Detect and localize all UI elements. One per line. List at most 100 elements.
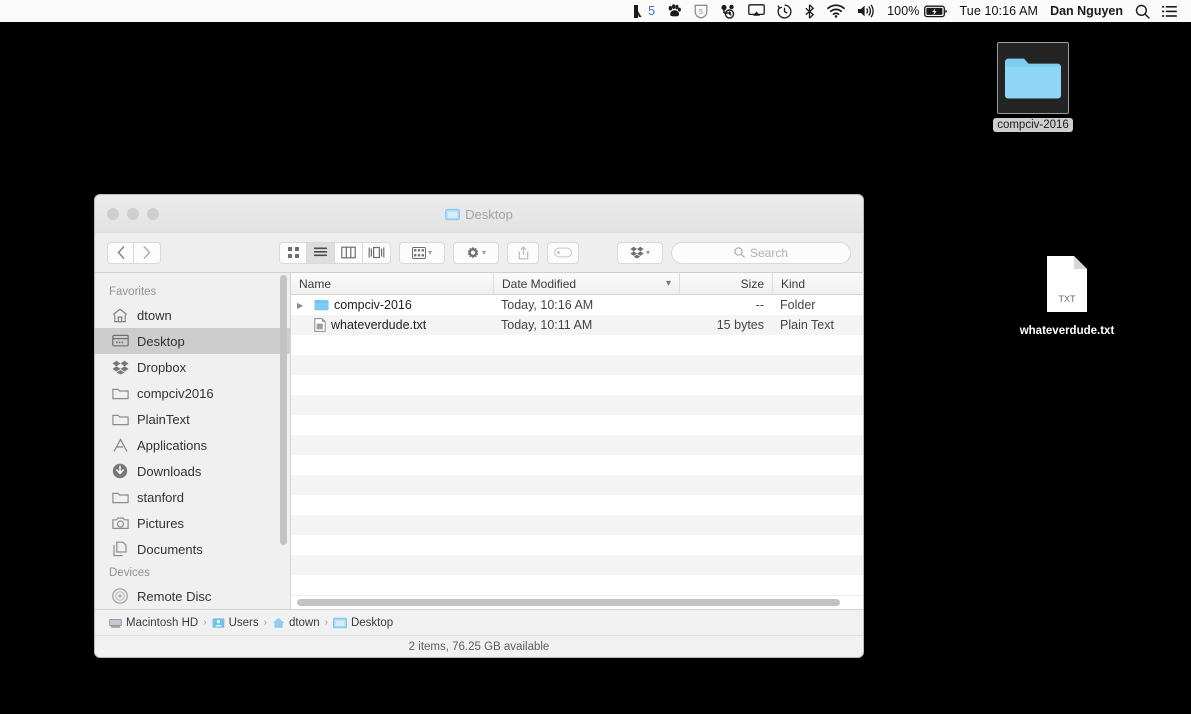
folder-icon — [333, 617, 347, 629]
desktop-icon-whateverdude-txt[interactable]: TXT whateverdude.txt — [1012, 248, 1122, 338]
menu-adobe-cc[interactable]: 5 — [626, 0, 661, 22]
sidebar-item-dtown[interactable]: dtown — [95, 302, 290, 328]
sidebar-item-label: Remote Disc — [137, 589, 211, 604]
path-item-dtown[interactable]: dtown — [272, 617, 320, 629]
empty-row — [291, 475, 863, 495]
window-title: Desktop — [95, 195, 863, 233]
empty-row — [291, 575, 863, 595]
desktop-icon-compciv-2016[interactable]: compciv-2016 — [978, 42, 1088, 132]
forward-button[interactable] — [134, 242, 161, 264]
close-button[interactable] — [107, 208, 119, 220]
coverflow-view-button[interactable] — [363, 242, 391, 264]
back-button[interactable] — [107, 242, 134, 264]
column-view-button[interactable] — [335, 242, 363, 264]
downloads-icon — [111, 462, 129, 480]
folder-icon — [314, 299, 329, 311]
search-input[interactable]: Search — [671, 242, 851, 264]
disclosure-triangle-icon[interactable]: ▶ — [297, 301, 309, 310]
list-view-button[interactable] — [307, 242, 335, 264]
path-item-users[interactable]: Users — [212, 617, 259, 629]
search-icon — [734, 247, 745, 258]
menu-paw[interactable] — [661, 0, 688, 22]
sidebar-scrollbar[interactable] — [280, 275, 287, 545]
menu-clock[interactable]: Tue 10:16 AM — [954, 0, 1045, 22]
column-header-name-label: Name — [299, 277, 331, 291]
column-header-size[interactable]: Size — [679, 273, 772, 295]
adobe-icon — [632, 5, 646, 18]
row-name-label: compciv-2016 — [334, 298, 412, 312]
column-header-date-modified[interactable]: Date Modified ▾ — [493, 273, 679, 295]
home-icon — [111, 306, 129, 324]
menu-bar: 5 5 — [0, 0, 1191, 22]
sidebar-item-label: Applications — [137, 438, 207, 453]
path-separator: › — [264, 617, 267, 628]
sidebar-item-dropbox[interactable]: Dropbox — [95, 354, 290, 380]
sidebar-item-compciv2016[interactable]: compciv2016 — [95, 380, 290, 406]
time-machine-icon — [777, 4, 792, 19]
row-kind-cell: Plain Text — [772, 315, 863, 335]
text-document-icon-box: TXT — [1031, 248, 1103, 320]
sidebar-item-label: compciv2016 — [137, 386, 214, 401]
menu-airplay[interactable] — [742, 0, 771, 22]
share-button[interactable] — [507, 242, 539, 264]
horizontal-scrollbar[interactable] — [297, 599, 840, 606]
minimize-button[interactable] — [127, 208, 139, 220]
finder-titlebar[interactable]: Desktop — [95, 195, 863, 233]
text-document-icon — [314, 318, 326, 332]
column-header-kind-label: Kind — [781, 277, 805, 291]
path-item-desktop[interactable]: Desktop — [333, 617, 393, 629]
sidebar-item-plaintext[interactable]: PlainText — [95, 406, 290, 432]
chevron-down-icon: ▾ — [646, 248, 650, 257]
row-date-cell: Today, 10:11 AM — [493, 315, 679, 335]
arrange-button[interactable]: ▾ — [399, 242, 445, 264]
table-row[interactable]: whateverdude.txt Today, 10:11 AM 15 byte… — [291, 315, 863, 335]
row-size-cell: 15 bytes — [679, 315, 772, 335]
sidebar-item-label: Desktop — [137, 334, 185, 349]
empty-row — [291, 355, 863, 375]
menu-notification-center[interactable] — [1156, 0, 1183, 22]
finder-sidebar: Favorites dtown — [95, 273, 291, 609]
sidebar-item-stanford[interactable]: stanford — [95, 484, 290, 510]
menu-time-machine[interactable] — [771, 0, 798, 22]
column-header-name[interactable]: Name — [291, 273, 493, 295]
menu-sync-network[interactable] — [714, 0, 742, 22]
menu-shield[interactable]: 5 — [688, 0, 714, 22]
tags-button[interactable] — [547, 242, 579, 264]
dropbox-icon — [111, 358, 129, 376]
empty-row — [291, 535, 863, 555]
search-icon — [1135, 4, 1150, 19]
path-item-label: Users — [229, 617, 259, 629]
sidebar-item-applications[interactable]: Applications — [95, 432, 290, 458]
bluetooth-icon — [804, 4, 815, 19]
sidebar-item-remote-disc[interactable]: Remote Disc — [95, 583, 290, 609]
path-item-macintosh-hd[interactable]: Macintosh HD — [109, 617, 198, 629]
sidebar-item-desktop[interactable]: Desktop — [95, 328, 290, 354]
sidebar-item-pictures[interactable]: Pictures — [95, 510, 290, 536]
finder-body: Favorites dtown — [95, 273, 863, 609]
shield-icon: 5 — [694, 4, 708, 19]
finder-window: Desktop — [94, 194, 864, 658]
sidebar-item-downloads[interactable]: Downloads — [95, 458, 290, 484]
row-name-cell: ▶ compciv-2016 — [291, 295, 493, 315]
menu-bluetooth[interactable] — [798, 0, 821, 22]
path-item-label: Desktop — [351, 617, 393, 629]
menu-user[interactable]: Dan Nguyen — [1044, 0, 1129, 22]
menu-volume[interactable] — [851, 0, 881, 22]
table-row[interactable]: ▶ compciv-2016 Today, 10:16 AM -- Folder — [291, 295, 863, 315]
icon-view-button[interactable] — [279, 242, 307, 264]
empty-row — [291, 375, 863, 395]
maximize-button[interactable] — [147, 208, 159, 220]
path-separator: › — [203, 617, 206, 628]
menu-spotlight[interactable] — [1129, 0, 1156, 22]
column-header-kind[interactable]: Kind — [772, 273, 863, 295]
menu-battery[interactable]: 100% — [881, 0, 953, 22]
sidebar-item-label: PlainText — [137, 412, 190, 427]
file-rows: ▶ compciv-2016 Today, 10:16 AM -- Folder — [291, 295, 863, 595]
menu-wifi[interactable] — [821, 0, 851, 22]
sidebar-item-label: Pictures — [137, 516, 184, 531]
action-button[interactable]: ▾ — [453, 242, 499, 264]
sidebar-item-documents[interactable]: Documents — [95, 536, 290, 562]
folder-icon — [111, 410, 129, 428]
dropbox-button[interactable]: ▾ — [617, 242, 663, 264]
disc-icon — [111, 587, 129, 605]
